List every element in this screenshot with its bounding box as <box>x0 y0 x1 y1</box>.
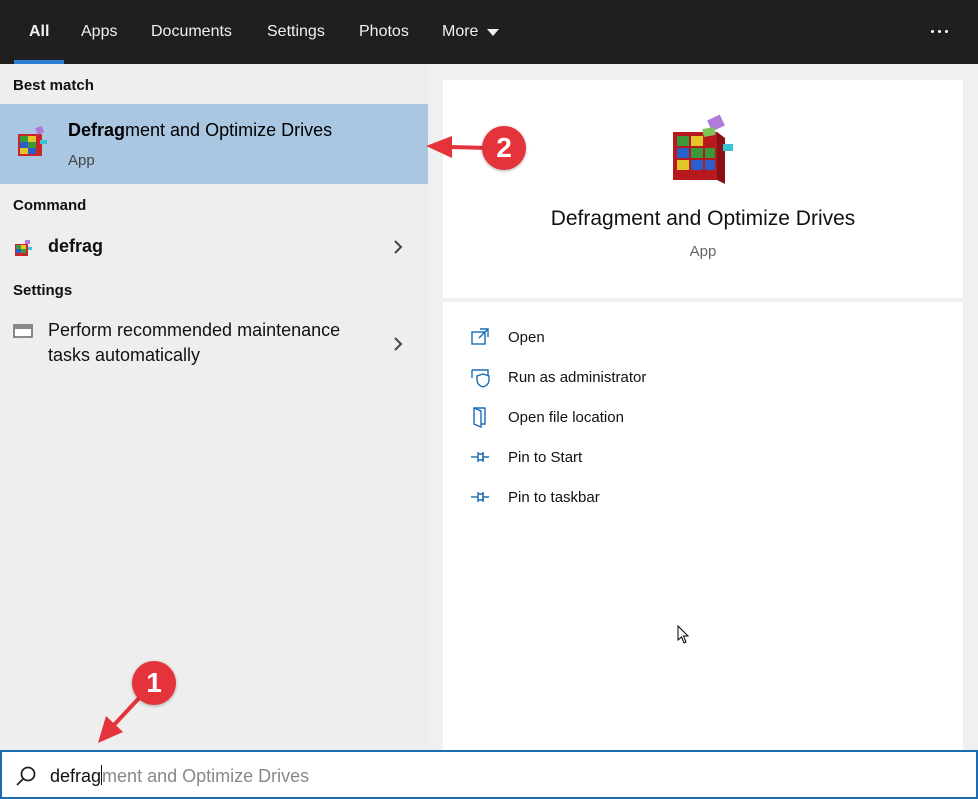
search-autocomplete-text: ment and Optimize Drives <box>102 766 310 786</box>
app-detail-card: Defragment and Optimize Drives App <box>443 80 963 298</box>
file-location-icon <box>473 406 486 428</box>
more-options-icon[interactable] <box>926 18 952 44</box>
tab-all[interactable]: All <box>29 0 49 64</box>
results-pane: Best match Defragment and Optimize Drive… <box>0 64 428 750</box>
maintenance-settings-icon <box>13 324 33 338</box>
defrag-app-icon <box>18 125 47 156</box>
tab-label: More <box>442 23 479 40</box>
pin-icon <box>471 452 489 462</box>
tab-settings[interactable]: Settings <box>267 0 325 64</box>
tab-apps[interactable]: Apps <box>81 0 117 64</box>
command-item-defrag[interactable]: defrag <box>0 226 428 268</box>
best-match-subtitle: App <box>68 152 95 169</box>
action-open-file-location[interactable]: Open file location <box>469 405 624 429</box>
command-item-label: defrag <box>48 236 104 256</box>
chevron-right-icon[interactable] <box>390 239 406 255</box>
tab-documents[interactable]: Documents <box>151 0 232 64</box>
command-label: Command <box>13 197 87 214</box>
search-box[interactable]: defragment and Optimize Drives <box>0 750 978 799</box>
caret-down-icon <box>487 29 500 36</box>
title-match-text: Defrag <box>68 120 126 140</box>
tab-label: Apps <box>81 23 118 40</box>
action-open[interactable]: Open <box>469 325 545 349</box>
action-label: Pin to taskbar <box>508 488 600 506</box>
chevron-right-icon[interactable] <box>390 336 406 352</box>
settings-item-line2: tasks automatically <box>48 345 201 365</box>
defrag-app-large-icon <box>673 114 733 184</box>
tab-label: All <box>29 23 50 40</box>
search-typed-text: defrag <box>50 766 102 786</box>
pin-icon <box>471 492 489 502</box>
shield-icon <box>471 369 490 388</box>
mouse-cursor-icon <box>677 625 690 644</box>
action-pin-to-start[interactable]: Pin to Start <box>469 445 582 469</box>
tab-bar: All Apps Documents Settings Photos More <box>0 0 978 64</box>
search-window: All Apps Documents Settings Photos More … <box>0 0 978 799</box>
settings-item-maintenance[interactable]: Perform recommended maintenance tasks au… <box>0 314 428 376</box>
settings-item-line1: Perform recommended maintenance <box>48 320 341 340</box>
detail-subtitle: App <box>689 243 717 260</box>
annotation-step-2: 2 <box>482 126 526 170</box>
best-match-label: Best match <box>13 77 94 94</box>
settings-label: Settings <box>13 282 73 299</box>
tab-more[interactable]: More <box>442 0 500 64</box>
open-icon <box>471 328 489 345</box>
best-match-item[interactable]: Defragment and Optimize Drives App <box>0 104 428 184</box>
tab-photos[interactable]: Photos <box>359 0 409 64</box>
annotation-step-1: 1 <box>132 661 176 705</box>
tab-label: Photos <box>359 23 409 40</box>
action-pin-to-taskbar[interactable]: Pin to taskbar <box>469 485 600 509</box>
title-rest-text: ment and Optimize Drives <box>125 120 333 140</box>
tab-label: Documents <box>151 23 232 40</box>
action-label: Open <box>508 328 545 346</box>
action-label: Pin to Start <box>508 448 583 466</box>
best-match-title: Defragment and Optimize Drives <box>68 120 332 141</box>
detail-title: Defragment and Optimize Drives <box>550 207 856 230</box>
search-input[interactable]: defragment and Optimize Drives <box>50 765 309 787</box>
search-icon <box>16 766 36 786</box>
tab-label: Settings <box>267 23 325 40</box>
action-label: Run as administrator <box>508 368 647 386</box>
action-label: Open file location <box>508 408 624 426</box>
defrag-command-icon <box>15 240 32 256</box>
action-run-as-admin[interactable]: Run as administrator <box>469 365 646 389</box>
app-actions-card: Open Run as administrator Open file loca… <box>443 302 963 750</box>
